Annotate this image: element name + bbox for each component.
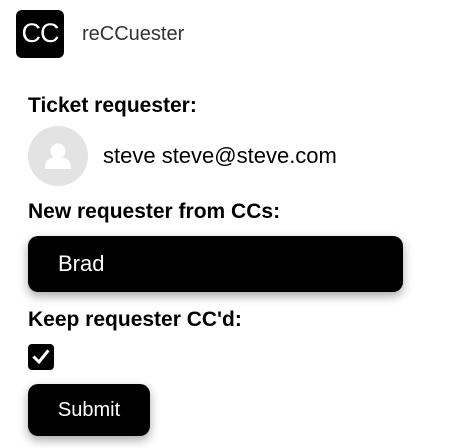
ticket-requester-row: steve steve@steve.com — [28, 126, 448, 186]
submit-button[interactable]: Submit — [28, 384, 150, 436]
new-requester-selected-value: Brad — [58, 251, 105, 276]
app-name: reCCuester — [82, 22, 185, 45]
ticket-requester-value: steve steve@steve.com — [103, 143, 337, 168]
new-requester-select[interactable]: Brad — [28, 236, 403, 292]
user-avatar-icon — [28, 126, 88, 186]
ticket-requester-label: Ticket requester: — [28, 94, 197, 117]
checkmark-icon — [32, 349, 50, 365]
app-header: CC reCCuester — [16, 10, 184, 58]
keep-cc-label: Keep requester CC'd: — [28, 308, 242, 331]
app-logo: CC — [16, 10, 64, 58]
new-requester-label: New requester from CCs: — [28, 200, 281, 223]
requester-form: Ticket requester: steve steve@steve.com … — [28, 92, 448, 436]
keep-cc-checkbox[interactable] — [28, 344, 54, 370]
